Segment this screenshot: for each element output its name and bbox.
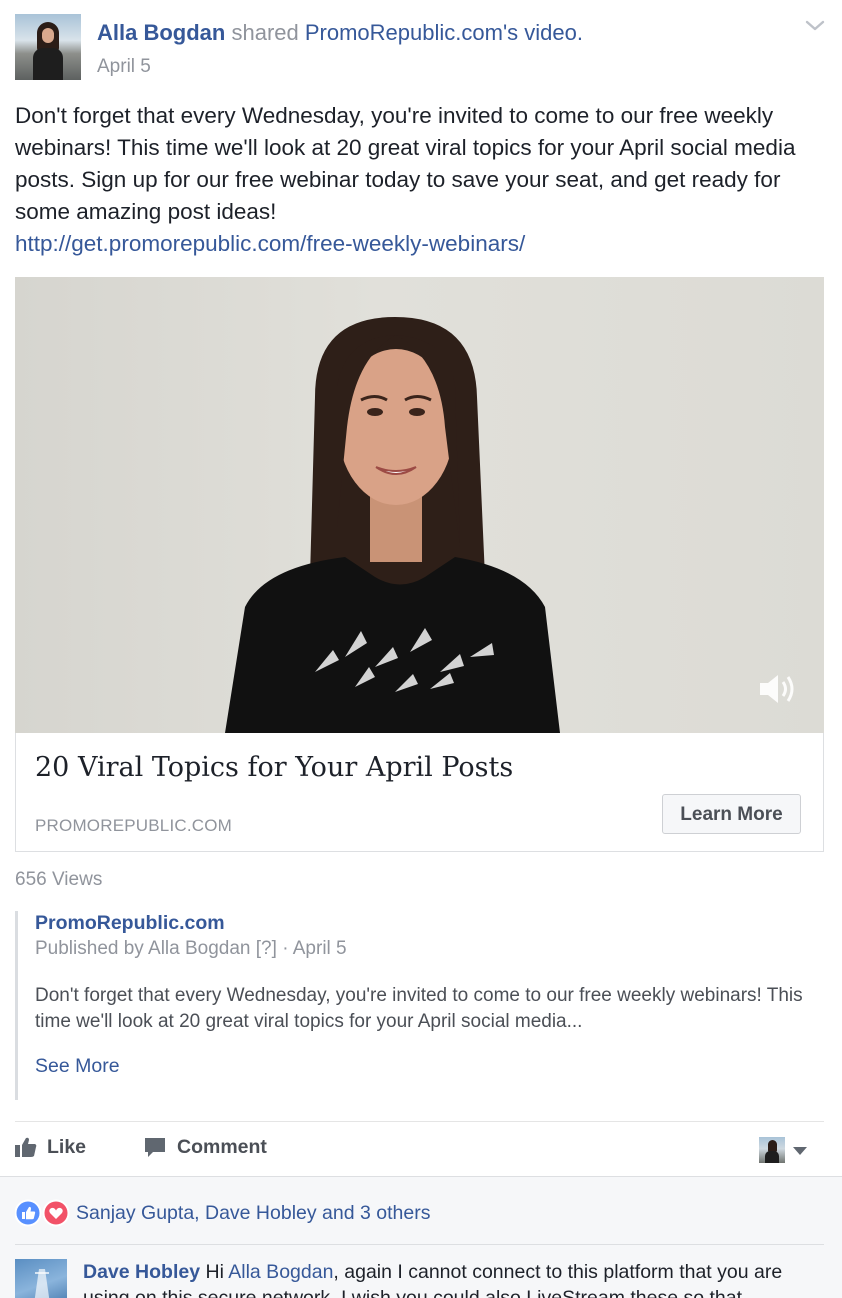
original-post-meta: Published by Alla Bogdan [?] · April 5: [35, 937, 347, 961]
card-title[interactable]: 20 Viral Topics for Your April Posts: [35, 751, 513, 785]
link-preview-card[interactable]: 20 Viral Topics for Your April Posts PRO…: [15, 733, 824, 852]
comment-body: Dave Hobley Hi Alla Bogdan, again I cann…: [83, 1259, 823, 1298]
post-date[interactable]: April 5: [97, 55, 151, 79]
comment-text-start: Hi: [200, 1261, 229, 1283]
caret-down-icon: [793, 1147, 807, 1155]
post-as-selector[interactable]: [759, 1137, 809, 1165]
video-player[interactable]: [15, 277, 824, 733]
post-message-text: Don't forget that every Wednesday, you'r…: [15, 103, 796, 224]
like-label: Like: [47, 1135, 87, 1158]
comment-mention-link[interactable]: Alla Bogdan: [228, 1261, 333, 1283]
comment-button[interactable]: Comment: [143, 1133, 267, 1161]
author-name-link[interactable]: Alla Bogdan: [97, 20, 225, 45]
see-more-link[interactable]: See More: [35, 1054, 120, 1078]
meta-separator: ·: [282, 938, 289, 959]
original-post-attachment: PromoRepublic.com Published by Alla Bogd…: [15, 911, 830, 1100]
reaction-icons: [14, 1199, 71, 1227]
post-header: Alla Bogdan shared PromoRepublic.com's v…: [15, 14, 827, 84]
thumbs-up-icon: [15, 1137, 37, 1157]
view-count: 656 Views: [15, 869, 103, 890]
published-by-text: Published by Alla Bogdan: [35, 938, 251, 959]
reactors-summary[interactable]: Sanjay Gupta, Dave Hobley and 3 others: [76, 1202, 430, 1225]
like-reaction-icon: [14, 1199, 42, 1227]
learn-more-button[interactable]: Learn More: [662, 794, 801, 834]
post-message: Don't forget that every Wednesday, you'r…: [15, 100, 827, 260]
feedback-section: Sanjay Gupta, Dave Hobley and 3 others D…: [0, 1176, 842, 1298]
author-avatar[interactable]: [15, 14, 81, 80]
comment-item: Dave Hobley Hi Alla Bogdan, again I cann…: [15, 1259, 827, 1298]
comment-label: Comment: [177, 1135, 267, 1158]
video-thumbnail-image: [225, 317, 560, 733]
post-attribution: Alla Bogdan shared PromoRepublic.com's v…: [97, 20, 583, 46]
like-button[interactable]: Like: [15, 1133, 86, 1161]
original-page-link[interactable]: PromoRepublic.com: [35, 911, 225, 935]
volume-icon[interactable]: [757, 671, 797, 707]
chevron-down-icon[interactable]: [803, 14, 827, 38]
post-url-link[interactable]: http://get.promorepublic.com/free-weekly…: [15, 228, 827, 260]
commenter-avatar[interactable]: [15, 1259, 67, 1298]
reactions-row[interactable]: Sanjay Gupta, Dave Hobley and 3 others: [14, 1199, 430, 1227]
original-post-date[interactable]: April 5: [293, 938, 347, 959]
comments-divider: [15, 1244, 824, 1245]
shared-text: shared: [231, 20, 299, 45]
help-marker[interactable]: [?]: [256, 938, 277, 959]
card-domain: PROMOREPUBLIC.COM: [35, 816, 233, 835]
love-reaction-icon: [42, 1199, 70, 1227]
shared-video-post: Alla Bogdan shared PromoRepublic.com's v…: [0, 0, 842, 1298]
comment-bubble-icon: [145, 1138, 165, 1157]
original-post-text: Don't forget that every Wednesday, you'r…: [35, 985, 803, 1032]
shared-source-link[interactable]: PromoRepublic.com's video.: [305, 20, 583, 45]
action-bar-divider: [15, 1121, 824, 1122]
current-user-avatar: [759, 1137, 785, 1163]
commenter-name-link[interactable]: Dave Hobley: [83, 1261, 200, 1283]
